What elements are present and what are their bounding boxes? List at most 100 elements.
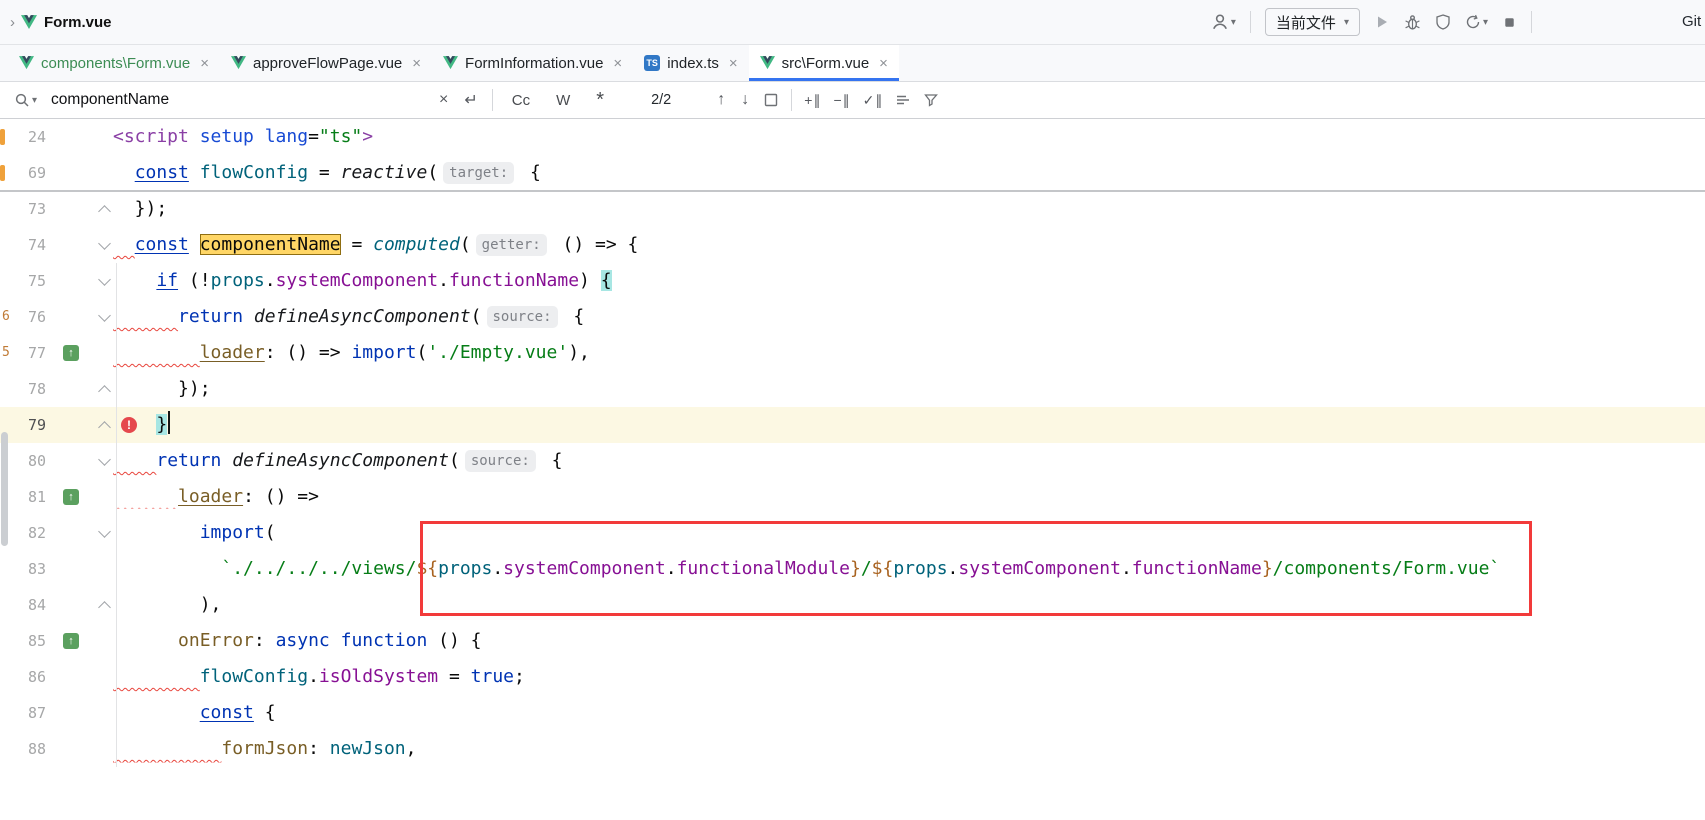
- next-match-button[interactable]: ↓: [739, 91, 751, 109]
- stop-icon[interactable]: [1502, 15, 1517, 30]
- code-text: const componentName = computed(getter: (…: [113, 227, 638, 263]
- implement-arrow-icon[interactable]: ↑: [63, 489, 79, 505]
- newline-icon[interactable]: ↵: [462, 90, 479, 110]
- fold-icon[interactable]: [98, 525, 111, 538]
- code-line-75[interactable]: 75 if (!props.systemComponent.functionNa…: [0, 263, 1705, 299]
- previous-match-button[interactable]: ↑: [715, 91, 727, 109]
- tab-label: FormInformation.vue: [465, 55, 603, 72]
- run-icon[interactable]: [1374, 14, 1390, 30]
- remove-occurrence-icon[interactable]: −∥: [833, 92, 850, 109]
- implement-arrow-icon[interactable]: ↑: [63, 345, 79, 361]
- typescript-icon: TS: [644, 55, 660, 71]
- tab-src-form-vue[interactable]: src\Form.vue ×: [749, 45, 899, 81]
- chevron-down-icon: ▾: [32, 95, 37, 106]
- code-line-80[interactable]: 80 return defineAsyncComponent(source: {: [0, 443, 1705, 479]
- code-text: loader: () =>: [113, 479, 319, 515]
- close-icon[interactable]: ×: [613, 55, 622, 72]
- edge-artifact: 5: [2, 335, 10, 371]
- scrollbar-artifact[interactable]: [1, 432, 8, 546]
- close-icon[interactable]: ×: [879, 55, 888, 72]
- fold-icon[interactable]: [98, 237, 111, 250]
- tab-label: src\Form.vue: [782, 55, 870, 72]
- tab-approveflowpage-vue[interactable]: approveFlowPage.vue×: [220, 45, 432, 81]
- code-text: }: [113, 407, 170, 443]
- debug-icon[interactable]: [1404, 14, 1421, 31]
- chevron-down-icon: ▾: [1344, 17, 1349, 28]
- code-editor[interactable]: 24<script setup lang="ts">69 const flowC…: [0, 119, 1705, 820]
- code-line-86[interactable]: 86 flowConfig.isOldSystem = true;: [0, 659, 1705, 695]
- fold-icon[interactable]: [98, 205, 111, 218]
- implement-arrow-icon[interactable]: ↑: [63, 633, 79, 649]
- code-text: });: [113, 191, 167, 227]
- code-line-83[interactable]: 83 `./../../../views/${props.systemCompo…: [0, 551, 1705, 587]
- line-number: 74: [0, 227, 46, 263]
- close-icon[interactable]: ×: [412, 55, 421, 72]
- code-text: });: [113, 371, 211, 407]
- fold-icon[interactable]: [98, 453, 111, 466]
- code-line-77[interactable]: 775↑ loader: () => import('./Empty.vue')…: [0, 335, 1705, 371]
- search-input[interactable]: [49, 90, 425, 110]
- line-number: 84: [0, 587, 46, 623]
- run-config-selector[interactable]: 当前文件 ▾: [1265, 8, 1360, 36]
- vue-icon: [231, 56, 246, 70]
- code-line-87[interactable]: 87 const {: [0, 695, 1705, 731]
- code-text: loader: () => import('./Empty.vue'),: [113, 335, 590, 371]
- code-line-85[interactable]: 85↑ onError: async function () {: [0, 623, 1705, 659]
- code-line-81[interactable]: 81↑ loader: () =>: [0, 479, 1705, 515]
- edge-artifact: 6: [2, 299, 10, 335]
- clear-icon[interactable]: ×: [437, 91, 450, 109]
- code-line-82[interactable]: 82 import(: [0, 515, 1705, 551]
- code-text: if (!props.systemComponent.functionName)…: [113, 263, 612, 299]
- code-line-24[interactable]: 24<script setup lang="ts">: [0, 119, 1705, 155]
- list-options-icon[interactable]: [895, 92, 911, 108]
- code-text: return defineAsyncComponent(source: {: [113, 299, 584, 335]
- code-line-73[interactable]: 73 });: [0, 191, 1705, 227]
- vue-icon: [760, 56, 775, 70]
- code-line-76[interactable]: 766 return defineAsyncComponent(source: …: [0, 299, 1705, 335]
- fold-icon[interactable]: [98, 309, 111, 322]
- tab-index-ts[interactable]: TS index.ts ×: [633, 45, 748, 81]
- code-text: <script setup lang="ts">: [113, 119, 373, 155]
- fold-icon[interactable]: [98, 601, 111, 614]
- code-line-84[interactable]: 84 ),: [0, 587, 1705, 623]
- line-number: 88: [0, 731, 46, 767]
- ide-window: › Form.vue ▾ 当前文件 ▾: [0, 0, 1705, 820]
- line-number: 69: [0, 155, 46, 191]
- line-number: 85: [0, 623, 46, 659]
- add-occurrence-icon[interactable]: +∥: [804, 92, 821, 109]
- open-in-tool-window-icon[interactable]: [763, 92, 779, 108]
- close-icon[interactable]: ×: [200, 55, 209, 72]
- code-line-88[interactable]: 88 formJson: newJson,: [0, 731, 1705, 767]
- fold-icon[interactable]: [98, 273, 111, 286]
- line-number: 86: [0, 659, 46, 695]
- fold-icon[interactable]: [98, 385, 111, 398]
- match-case-toggle[interactable]: Cc: [505, 90, 537, 111]
- user-icon[interactable]: ▾: [1211, 13, 1236, 31]
- code-text: import(: [113, 515, 276, 551]
- code-text: flowConfig.isOldSystem = true;: [113, 659, 525, 695]
- breadcrumb-chevron-icon: ›: [10, 14, 15, 31]
- profiler-icon[interactable]: ▾: [1465, 14, 1488, 30]
- code-text: return defineAsyncComponent(source: {: [113, 443, 563, 479]
- coverage-icon[interactable]: [1435, 14, 1451, 30]
- code-line-78[interactable]: 78 });: [0, 371, 1705, 407]
- tab-components-form-vue[interactable]: components\Form.vue×: [8, 45, 220, 81]
- git-menu[interactable]: Git: [1682, 13, 1701, 30]
- chevron-down-icon: ▾: [1231, 17, 1236, 28]
- tab-label: index.ts: [667, 55, 719, 72]
- line-number: 83: [0, 551, 46, 587]
- divider: [791, 89, 792, 111]
- whole-words-toggle[interactable]: W: [549, 90, 577, 111]
- vue-icon: [19, 56, 34, 70]
- code-line-69[interactable]: 69 const flowConfig = reactive(target: {: [0, 155, 1705, 191]
- close-icon[interactable]: ×: [729, 55, 738, 72]
- toolbar-right: ▾ 当前文件 ▾ ▾: [1211, 8, 1532, 36]
- code-line-79[interactable]: 79! }: [0, 407, 1705, 443]
- regex-toggle[interactable]: *: [589, 93, 611, 107]
- code-line-74[interactable]: 74 const componentName = computed(getter…: [0, 227, 1705, 263]
- tab-forminformation-vue[interactable]: FormInformation.vue ×: [432, 45, 633, 81]
- search-icon[interactable]: ▾: [14, 92, 37, 108]
- filter-icon[interactable]: [923, 92, 939, 108]
- select-all-occurrences-icon[interactable]: ✓∥: [863, 92, 884, 109]
- fold-icon[interactable]: [98, 421, 111, 434]
